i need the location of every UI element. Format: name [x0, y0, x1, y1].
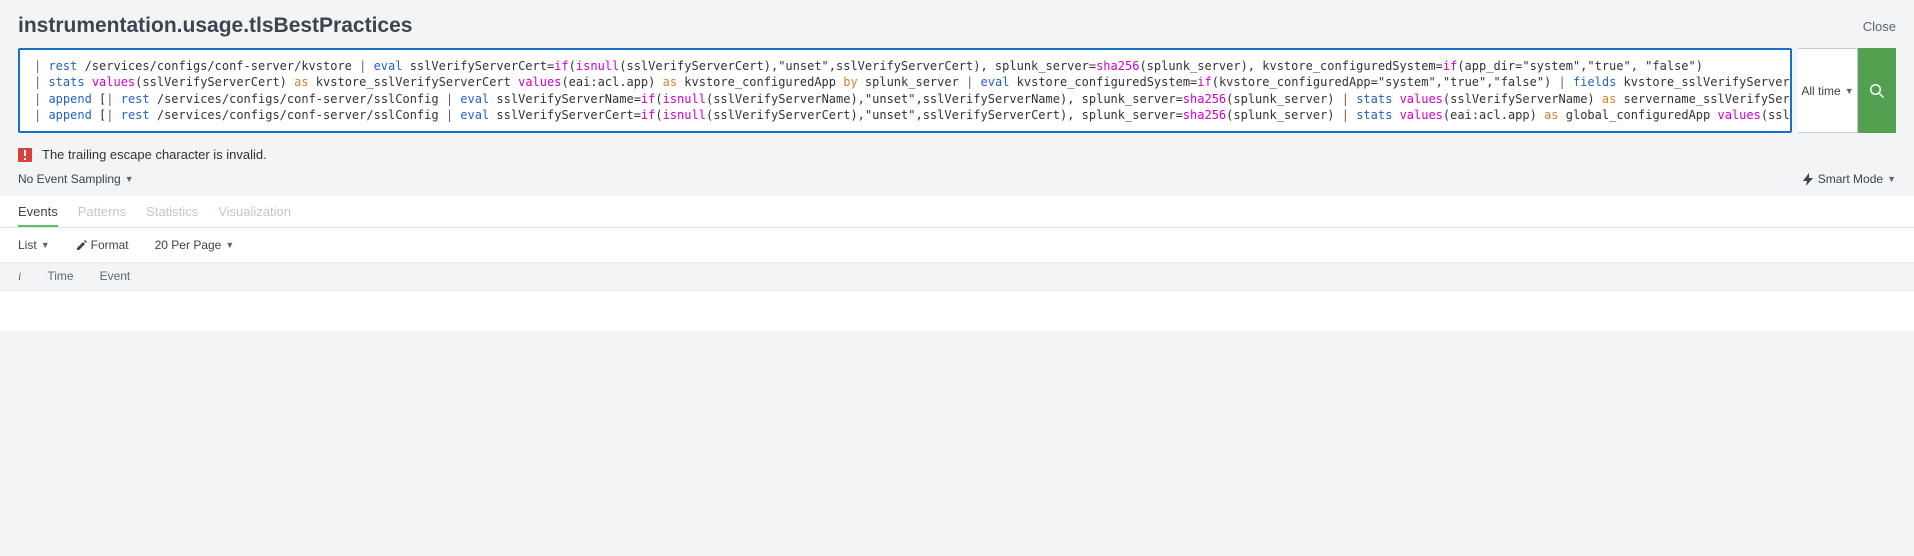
chevron-down-icon: ▼ [1887, 174, 1896, 184]
per-page-dropdown[interactable]: 20 Per Page ▼ [155, 238, 235, 252]
chevron-down-icon: ▼ [225, 240, 234, 250]
results-panel: Events Patterns Statistics Visualization… [0, 196, 1914, 331]
pipe: | [34, 59, 48, 73]
tab-events[interactable]: Events [18, 196, 58, 227]
app-root: instrumentation.usage.tlsBestPractices C… [0, 0, 1914, 331]
spl-cmd-fields: fields [1573, 75, 1616, 89]
tab-patterns[interactable]: Patterns [78, 196, 126, 227]
search-mode-label: Smart Mode [1818, 172, 1883, 186]
format-label: Format [91, 238, 129, 252]
search-icon [1869, 83, 1885, 99]
search-button[interactable] [1858, 48, 1896, 133]
spl-fn-if: if [554, 59, 568, 73]
header: instrumentation.usage.tlsBestPractices C… [0, 0, 1914, 48]
time-range-label: All time [1801, 84, 1840, 98]
event-sampling-dropdown[interactable]: No Event Sampling ▼ [18, 172, 134, 186]
error-icon [18, 148, 32, 162]
event-sampling-label: No Event Sampling [18, 172, 121, 186]
tab-visualization[interactable]: Visualization [218, 196, 291, 227]
spl-cmd-stats: stats [48, 75, 84, 89]
spl-fn-values: values [92, 75, 135, 89]
spl-kw-by: by [843, 75, 857, 89]
col-time: Time [47, 269, 73, 284]
chevron-down-icon: ▼ [1845, 86, 1854, 96]
page-title: instrumentation.usage.tlsBestPractices [18, 14, 412, 38]
chevron-down-icon: ▼ [41, 240, 50, 250]
col-info: i [18, 269, 21, 284]
sampling-row: No Event Sampling ▼ Smart Mode ▼ [0, 168, 1914, 196]
events-toolbar: List ▼ Format 20 Per Page ▼ [0, 228, 1914, 262]
result-tabs: Events Patterns Statistics Visualization [0, 196, 1914, 228]
search-row: | rest /services/configs/conf-server/kvs… [0, 48, 1914, 143]
spl-cmd-append: append [48, 92, 91, 106]
spl-cmd-rest: rest [48, 59, 77, 73]
tab-statistics[interactable]: Statistics [146, 196, 198, 227]
col-event: Event [100, 269, 131, 284]
search-input[interactable]: | rest /services/configs/conf-server/kvs… [18, 48, 1792, 133]
spl-fn-isnull: isnull [576, 59, 619, 73]
spl-kw-as: as [294, 75, 308, 89]
spl-fn-sha256: sha256 [1096, 59, 1139, 73]
format-dropdown[interactable]: Format [76, 238, 129, 252]
search-mode-dropdown[interactable]: Smart Mode ▼ [1803, 172, 1896, 186]
close-button[interactable]: Close [1863, 19, 1896, 34]
error-message: The trailing escape character is invalid… [42, 147, 267, 162]
per-page-label: 20 Per Page [155, 238, 222, 252]
chevron-down-icon: ▼ [125, 174, 134, 184]
error-row: The trailing escape character is invalid… [0, 143, 1914, 168]
events-table-header: i Time Event [0, 262, 1914, 291]
time-range-picker[interactable]: All time ▼ [1798, 48, 1858, 133]
list-view-label: List [18, 238, 37, 252]
spl-cmd-eval: eval [374, 59, 403, 73]
pencil-icon [76, 240, 87, 251]
list-view-dropdown[interactable]: List ▼ [18, 238, 50, 252]
bolt-icon [1803, 173, 1814, 186]
